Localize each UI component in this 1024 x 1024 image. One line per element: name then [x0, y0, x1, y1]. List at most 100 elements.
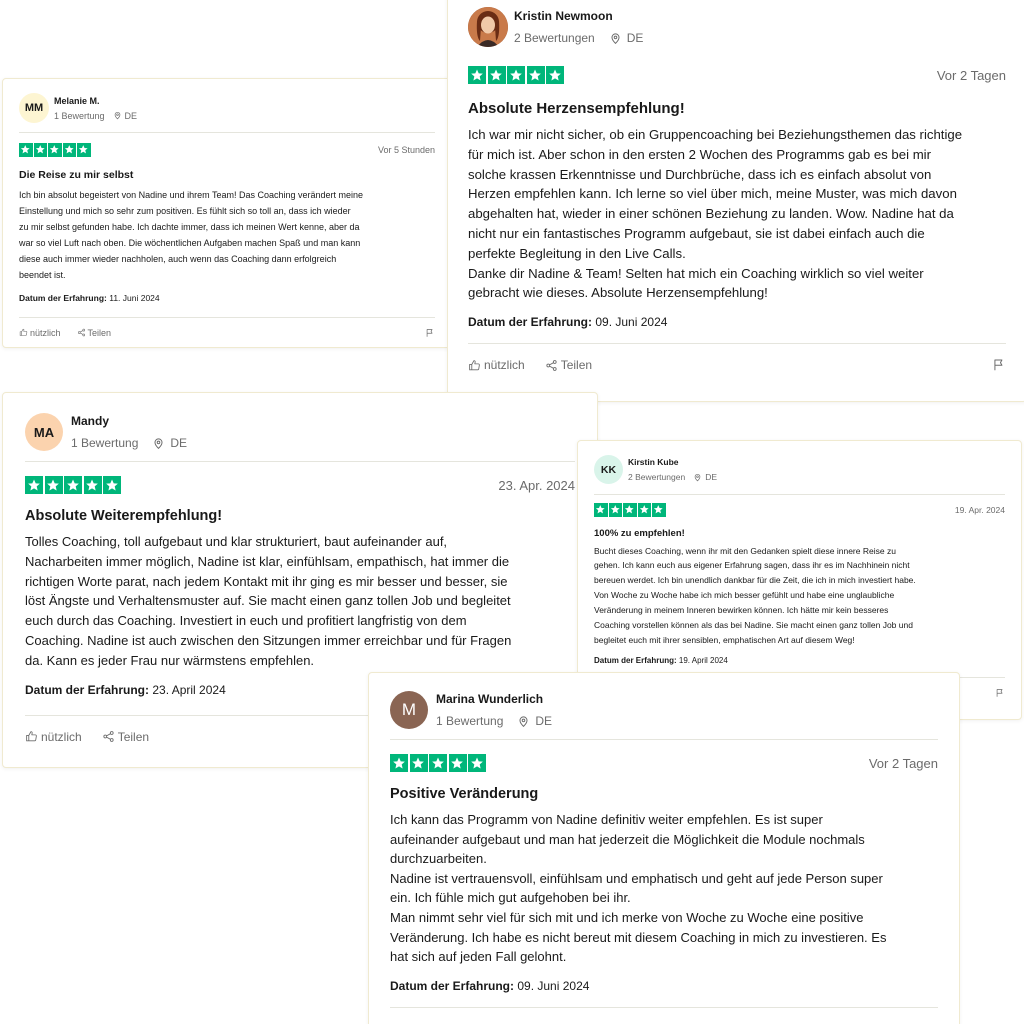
reviewer-name[interactable]: Mandy: [71, 414, 187, 428]
review-count: 2 Bewertungen: [628, 472, 686, 482]
star-icon: [652, 503, 666, 517]
share-label: Teilen: [117, 729, 150, 744]
helpful-label: nützlich: [41, 729, 82, 744]
reviewer-info: MA Mandy 1 Bewertung DE: [25, 413, 575, 451]
reviewer-info: M Marina Wunderlich 1 Bewertung DE: [390, 691, 938, 729]
experience-date-value: 11. Juni 2024: [109, 292, 160, 303]
star-icon: [468, 754, 486, 772]
star-icon: [48, 143, 62, 157]
reviewer-name[interactable]: Kristin Newmoon: [514, 9, 643, 23]
review-count: 1 Bewertung: [71, 436, 139, 450]
share-icon: [102, 730, 115, 743]
helpful-button[interactable]: nützlich: [25, 730, 82, 744]
thumbs-up-icon: [19, 328, 28, 337]
experience-date: Datum der Erfahrung: 09. Juni 2024: [468, 315, 1006, 329]
review-body: Bucht dieses Coaching, wenn ihr mit den …: [594, 545, 916, 645]
review-title[interactable]: Positive Veränderung: [390, 786, 938, 802]
country: DE: [170, 436, 188, 450]
helpful-label: nützlich: [484, 358, 525, 373]
reviewer-name[interactable]: Melanie M.: [54, 96, 137, 106]
review-card: M Marina Wunderlich 1 Bewertung DE Vor 2…: [368, 672, 960, 1024]
star-icon: [608, 503, 622, 517]
experience-date-value: 23. April 2024: [152, 682, 226, 697]
review-date: 23. Apr. 2024: [498, 477, 575, 493]
experience-label: Datum der Erfahrung:: [468, 315, 593, 330]
share-icon: [545, 359, 558, 372]
country: DE: [705, 472, 717, 482]
review-body: Tolles Coaching, toll aufgebaut und klar…: [25, 534, 512, 668]
experience-label: Datum der Erfahrung:: [25, 682, 150, 697]
star-icon: [487, 66, 506, 84]
helpful-button[interactable]: nützlich: [19, 328, 61, 338]
star-icon: [507, 66, 525, 84]
star-rating: [19, 143, 92, 157]
review-date: Vor 2 Tagen: [868, 755, 938, 771]
review-body: Ich war mir nicht sicher, ob ein Gruppen…: [468, 127, 963, 301]
star-rating: [25, 476, 123, 494]
thumbs-up-icon: [25, 730, 38, 743]
location-pin-icon: [113, 111, 122, 120]
divider: [594, 494, 1005, 495]
location-pin-icon: [693, 473, 702, 482]
review-title[interactable]: Absolute Herzensempfehlung!: [468, 100, 1006, 117]
review-actions: nützlich Teilen: [468, 343, 1006, 372]
star-icon: [103, 476, 121, 494]
experience-label: Datum der Erfahrung:: [19, 292, 107, 303]
star-icon: [83, 476, 102, 494]
flag-icon[interactable]: [992, 358, 1006, 372]
avatar[interactable]: MA: [25, 413, 63, 451]
share-label: Teilen: [87, 327, 112, 338]
location-pin-icon: [609, 32, 622, 45]
flag-icon[interactable]: [995, 688, 1005, 698]
star-icon: [62, 143, 76, 157]
share-label: Teilen: [560, 358, 593, 373]
country: DE: [626, 31, 644, 45]
review-title[interactable]: 100% zu empfehlen!: [594, 528, 1005, 539]
reviewer-name[interactable]: Marina Wunderlich: [436, 692, 552, 706]
review-title[interactable]: Die Reise zu mir selbst: [19, 169, 435, 181]
star-icon: [77, 143, 91, 157]
experience-date-value: 09. Juni 2024: [517, 978, 590, 993]
avatar[interactable]: [468, 7, 508, 47]
experience-date-value: 19. April 2024: [678, 655, 728, 665]
experience-label: Datum der Erfahrung:: [390, 978, 515, 993]
star-icon: [429, 754, 447, 772]
star-icon: [637, 503, 651, 517]
star-icon: [390, 754, 408, 772]
avatar[interactable]: KK: [594, 455, 623, 484]
review-title[interactable]: Absolute Weiterempfehlung!: [25, 508, 575, 524]
share-button[interactable]: Teilen: [77, 327, 112, 338]
review-count: 1 Bewertung: [54, 110, 105, 121]
review-count: 1 Bewertung: [436, 714, 504, 728]
avatar[interactable]: MM: [19, 93, 49, 123]
experience-label: Datum der Erfahrung:: [594, 655, 677, 665]
country: DE: [535, 714, 553, 728]
avatar[interactable]: M: [390, 691, 428, 729]
thumbs-up-icon: [468, 359, 481, 372]
star-icon: [25, 476, 43, 494]
review-actions: nützlich Teilen: [19, 316, 435, 338]
review-date: Vor 2 Tagen: [936, 67, 1006, 83]
share-button[interactable]: Teilen: [545, 358, 592, 372]
experience-date-value: 09. Juni 2024: [595, 315, 668, 330]
divider: [25, 461, 575, 462]
star-icon: [526, 66, 545, 84]
star-icon: [64, 476, 82, 494]
review-count: 2 Bewertungen: [514, 31, 595, 45]
reviewer-name[interactable]: Kirstin Kube: [628, 457, 717, 467]
divider: [19, 132, 435, 133]
star-icon: [623, 503, 637, 517]
star-icon: [594, 503, 608, 517]
star-icon: [546, 66, 564, 84]
flag-icon[interactable]: [425, 328, 435, 338]
helpful-button[interactable]: nützlich: [468, 358, 525, 372]
review-body: Ich bin absolut begeistert von Nadine un…: [19, 189, 364, 280]
review-body: Ich kann das Programm von Nadine definit…: [390, 812, 887, 965]
star-rating: [468, 66, 566, 84]
star-rating: [390, 754, 488, 772]
experience-date: Datum der Erfahrung: 09. Juni 2024: [390, 979, 938, 993]
star-icon: [19, 143, 33, 157]
review-card: MM Melanie M. 1 Bewertung DE Vor 5 Stund…: [2, 78, 452, 348]
share-button[interactable]: Teilen: [102, 730, 149, 744]
star-icon: [33, 143, 47, 157]
